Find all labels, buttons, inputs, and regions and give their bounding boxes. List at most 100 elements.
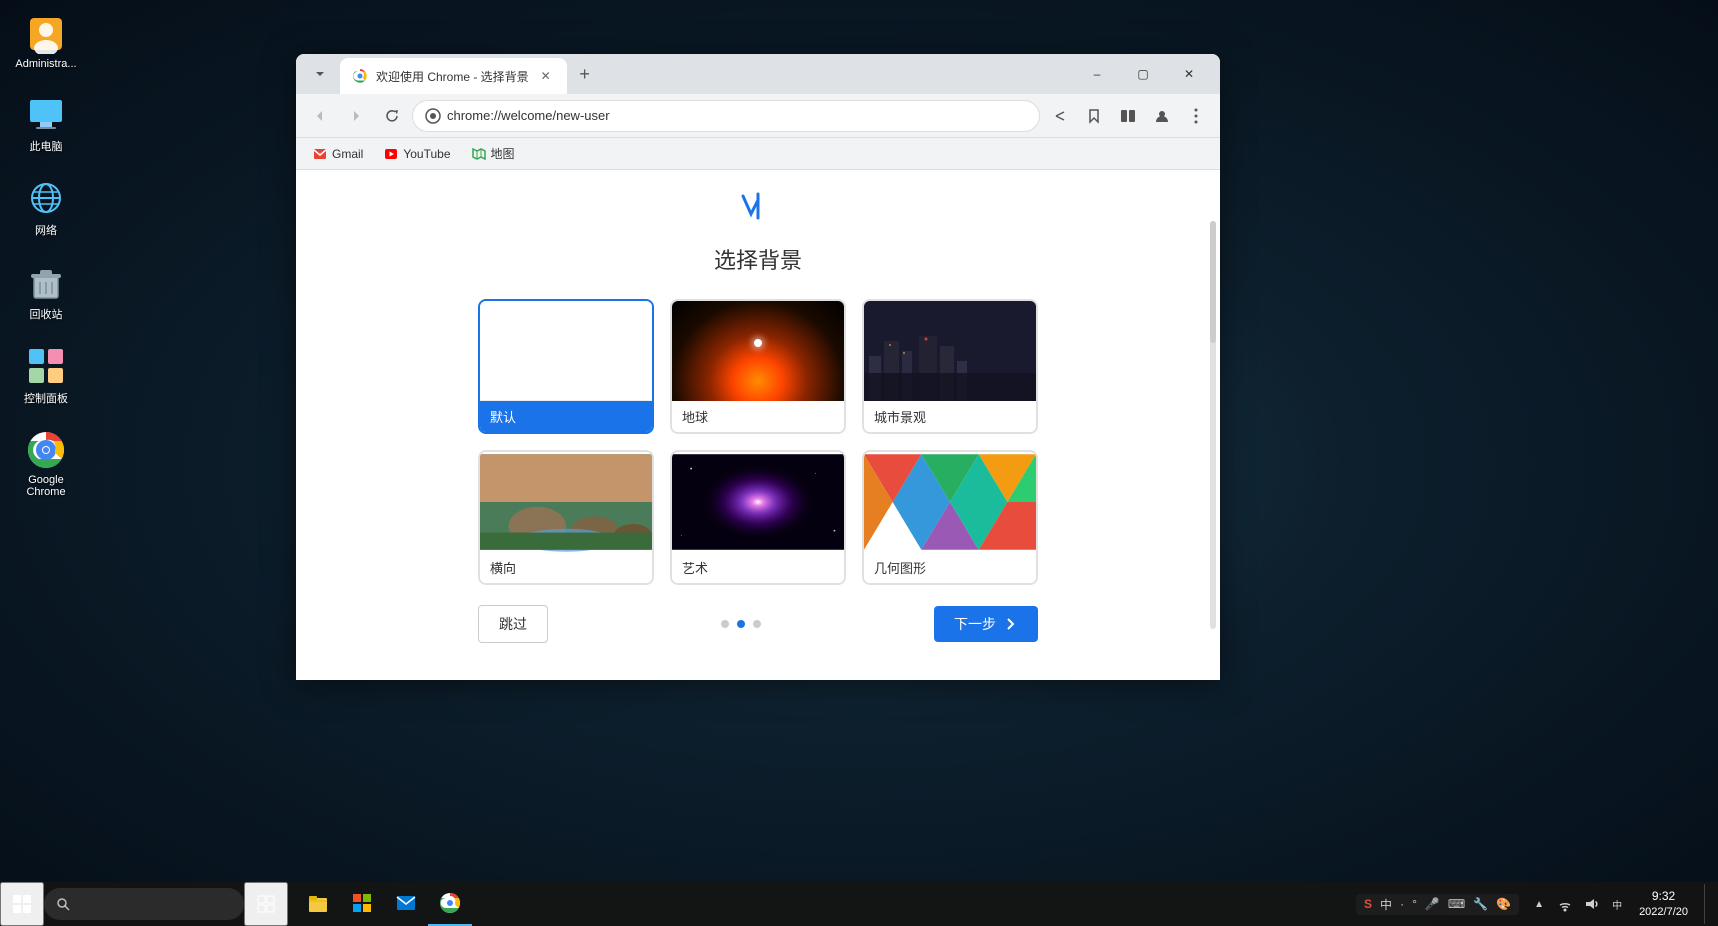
bg-item-art[interactable]: 艺术 [670,450,846,585]
scrollbar[interactable] [1210,221,1216,629]
desktop: Administra... 此电脑 [0,0,1718,926]
minimize-button[interactable]: – [1074,58,1120,90]
page-footer: 跳过 下一步 [478,605,1038,663]
bookmark-maps[interactable]: 地图 [463,141,523,166]
taskbar-mail[interactable] [384,882,428,926]
taskbar-chrome[interactable] [428,882,472,926]
ime-tools[interactable]: 🔧 [1471,897,1490,911]
ime-skin[interactable]: 🎨 [1494,897,1513,911]
chrome-app-icon-label: Google Chrome [14,474,78,498]
scrollbar-thumb [1210,221,1216,343]
chrome-tab-title: 欢迎使用 Chrome - 选择背景 [376,68,529,85]
taskbar-system-tray: S 中 · ° 🎤 ⌨ 🔧 🎨 ▲ [1356,884,1710,924]
ime-bar[interactable]: S 中 · ° 🎤 ⌨ 🔧 🎨 [1356,894,1519,915]
desktop-icons-container: Administra... 此电脑 [10,10,82,502]
reading-mode-button[interactable] [1112,100,1144,132]
admin-icon-label: Administra... [15,58,76,70]
desktop-icon-this-pc[interactable]: 此电脑 [10,90,82,158]
bg-art-label: 艺术 [672,552,844,583]
bg-earth-label: 地球 [672,401,844,432]
chrome-tab-close-button[interactable]: ✕ [537,67,555,85]
taskbar-file-explorer[interactable] [296,882,340,926]
start-button[interactable] [0,882,44,926]
admin-icon [26,14,66,54]
pagination-dot-1 [721,620,729,628]
bookmark-gmail[interactable]: Gmail [304,142,371,166]
page-content: 选择背景 默认 地球 [296,170,1220,663]
bg-item-geo[interactable]: 几何图形 [862,450,1038,585]
bg-landscape-label: 横向 [480,552,652,583]
taskbar-store[interactable] [340,882,384,926]
share-button[interactable] [1044,100,1076,132]
ime-status-icon[interactable]: 中 [1607,894,1627,914]
system-icons: ▲ 中 [1529,894,1627,914]
gmail-icon [312,146,328,162]
bg-city-preview [864,301,1036,401]
chrome-tab-active[interactable]: 欢迎使用 Chrome - 选择背景 ✕ [340,58,567,94]
address-bar[interactable]: chrome://welcome/new-user [412,100,1040,132]
maps-icon [471,146,487,162]
window-controls: – ▢ ✕ [1074,58,1212,90]
bookmark-button[interactable] [1078,100,1110,132]
network-status-icon[interactable] [1555,894,1575,914]
profile-button[interactable] [1146,100,1178,132]
network-icon-label: 网络 [35,222,57,238]
desktop-icon-network[interactable]: 网络 [10,174,82,242]
chrome-bookmarks-bar: Gmail YouTube [296,138,1220,170]
more-options-button[interactable] [1180,100,1212,132]
maps-label: 地图 [491,145,515,162]
reload-button[interactable] [376,100,408,132]
new-tab-button[interactable]: + [571,60,599,88]
recycle-icon [26,262,66,302]
bg-item-earth[interactable]: 地球 [670,299,846,434]
bg-item-landscape[interactable]: 横向 [478,450,654,585]
youtube-icon [383,146,399,162]
recycle-icon-label: 回收站 [30,306,63,322]
desktop-icon-chrome[interactable]: Google Chrome [10,426,82,502]
ime-punct[interactable]: ° [1410,897,1419,911]
forward-button[interactable] [340,100,372,132]
chrome-content: 选择背景 默认 地球 [296,170,1220,680]
youtube-label: YouTube [403,147,450,161]
ime-keyboard[interactable]: ⌨ [1446,897,1467,911]
control-panel-icon-label: 控制面板 [24,390,68,406]
clock-date: 2022/7/20 [1639,905,1688,920]
control-panel-icon [26,346,66,386]
chrome-toolbar-right [1044,100,1212,132]
bg-landscape-preview [480,452,652,552]
show-hidden-icons[interactable]: ▲ [1529,894,1549,914]
desktop-icon-control-panel[interactable]: 控制面板 [10,342,82,410]
ime-lang[interactable]: 中 [1378,896,1394,913]
next-button[interactable]: 下一步 [934,606,1038,642]
bg-item-default[interactable]: 默认 [478,299,654,434]
taskbar-search-icon [56,897,70,911]
back-button[interactable] [304,100,336,132]
maximize-button[interactable]: ▢ [1120,58,1166,90]
show-desktop-button[interactable] [1704,884,1710,924]
desktop-icon-recycle[interactable]: 回收站 [10,258,82,326]
chrome-titlebar: 欢迎使用 Chrome - 选择背景 ✕ + – ▢ ✕ [296,54,1220,94]
ime-mic[interactable]: 🎤 [1423,897,1442,911]
taskbar-clock[interactable]: 9:32 2022/7/20 [1631,888,1696,920]
pagination-dot-3 [753,620,761,628]
this-pc-icon-label: 此电脑 [30,138,63,154]
this-pc-icon [26,94,66,134]
bg-item-city[interactable]: 城市景观 [862,299,1038,434]
close-button[interactable]: ✕ [1166,58,1212,90]
bg-geo-preview [864,452,1036,552]
chrome-toolbar: chrome://welcome/new-user [296,94,1220,138]
tab-dropdown-button[interactable] [304,58,336,90]
volume-icon[interactable] [1581,894,1601,914]
bg-default-preview [480,301,652,401]
skip-button[interactable]: 跳过 [478,605,548,643]
next-button-label: 下一步 [954,614,996,634]
bg-city-label: 城市景观 [864,401,1036,432]
taskbar-apps [296,882,1356,926]
bg-art-preview [672,452,844,552]
taskbar-search[interactable] [44,888,244,920]
desktop-icon-admin[interactable]: Administra... [10,10,82,74]
taskbar: S 中 · ° 🎤 ⌨ 🔧 🎨 ▲ [0,882,1718,926]
task-view-button[interactable] [244,882,288,926]
bookmark-youtube[interactable]: YouTube [375,142,458,166]
background-grid: 默认 地球 [478,299,1038,585]
